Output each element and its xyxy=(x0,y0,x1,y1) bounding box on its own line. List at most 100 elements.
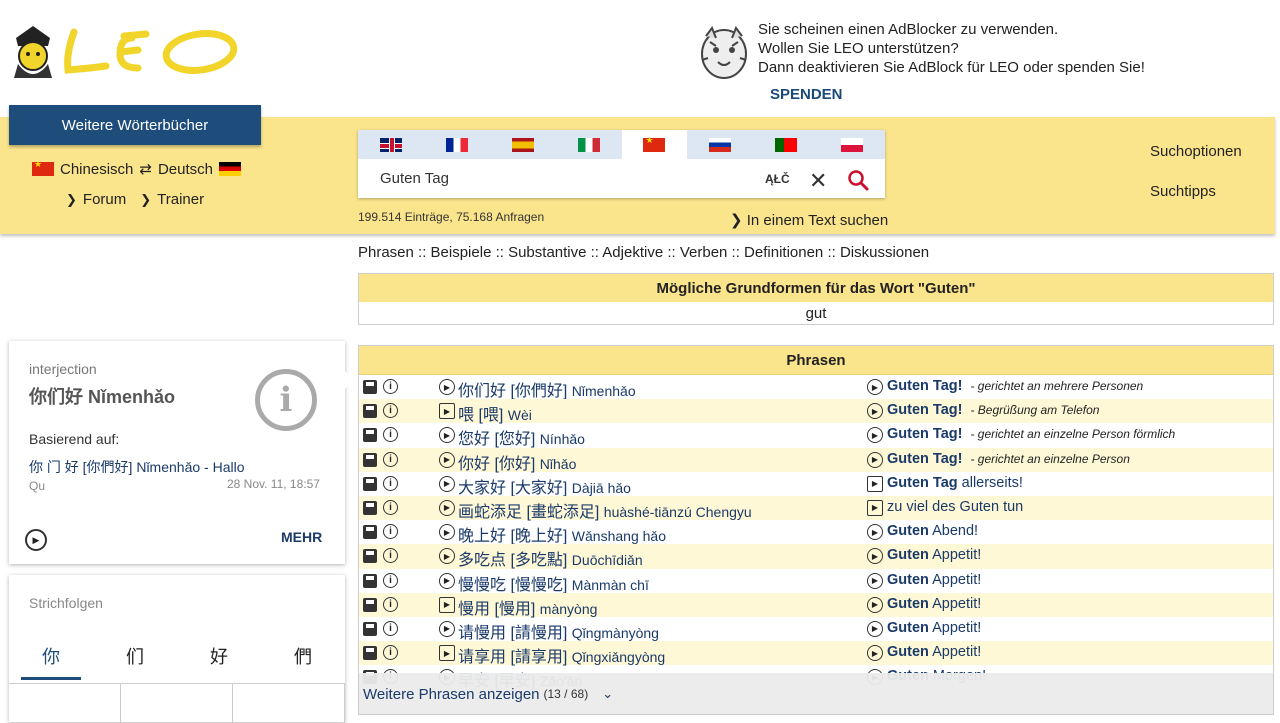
more-phrases-button[interactable]: Weitere Phrasen anzeigen (13 / 68) ⌄ xyxy=(359,673,1273,714)
play-audio-icon[interactable]: ▶ xyxy=(439,379,455,395)
tab-character[interactable]: 好 xyxy=(189,643,249,680)
german-phrase[interactable]: Guten Appetit! xyxy=(887,644,989,660)
play-audio-icon[interactable]: ▶ xyxy=(439,572,455,589)
tab-french[interactable] xyxy=(424,130,490,159)
weitere-woerterbuecher-button[interactable]: Weitere Wörterbücher xyxy=(9,105,261,145)
special-characters-button[interactable]: ĄŁČ xyxy=(765,172,790,186)
save-icon[interactable] xyxy=(363,500,377,515)
mehr-button[interactable]: MEHR xyxy=(281,529,322,545)
play-audio-icon[interactable]: ▶ xyxy=(867,620,883,637)
info-icon[interactable]: i xyxy=(383,620,398,636)
save-icon[interactable] xyxy=(363,549,377,564)
save-icon[interactable] xyxy=(363,404,377,419)
play-audio-icon[interactable]: ▶ xyxy=(867,451,883,468)
save-icon[interactable] xyxy=(363,428,377,443)
save-icon[interactable] xyxy=(363,621,377,636)
tab-chinese[interactable] xyxy=(621,130,688,159)
chinese-phrase[interactable]: 您好 [您好] Nínhǎo xyxy=(458,425,585,449)
tab-italian[interactable] xyxy=(556,130,622,159)
play-audio-icon[interactable]: ▶ xyxy=(867,596,883,613)
info-icon[interactable]: i xyxy=(383,499,398,515)
chinese-phrase[interactable]: 晚上好 [晚上好] Wǎnshang hǎo xyxy=(458,522,666,546)
play-audio-icon[interactable]: ▶ xyxy=(867,475,883,492)
tab-english[interactable] xyxy=(358,130,424,159)
play-audio-icon[interactable]: ▶ xyxy=(439,475,455,492)
section-navigation[interactable]: Phrasen :: Beispiele :: Substantive :: A… xyxy=(358,244,929,261)
chinese-phrase[interactable]: 你好 [你好] Nǐhǎo xyxy=(458,450,576,474)
chinese-phrase[interactable]: 慢用 [慢用] mànyòng xyxy=(458,595,597,619)
info-icon[interactable]: i xyxy=(383,403,398,419)
chinese-phrase[interactable]: 慢慢吃 [慢慢吃] Mànmàn chī xyxy=(458,571,649,595)
chinese-phrase[interactable]: 多吃点 [多吃點] Duōchīdiǎn xyxy=(458,546,643,570)
save-icon[interactable] xyxy=(363,573,377,588)
info-icon[interactable]: i xyxy=(383,451,398,467)
play-audio-icon[interactable]: ▶ xyxy=(867,524,883,541)
tab-portuguese[interactable] xyxy=(753,130,819,159)
basis-example[interactable]: 你 门 好 [你們好] Nǐmenhǎo - Hallo xyxy=(29,457,245,477)
play-audio-icon[interactable]: ▶ xyxy=(25,529,47,551)
language-pair[interactable]: Chinesisch ⇄ Deutsch xyxy=(32,159,241,178)
tab-character[interactable]: 們 xyxy=(273,643,333,680)
save-icon[interactable] xyxy=(363,525,377,540)
info-icon[interactable]: i xyxy=(383,645,398,661)
save-icon[interactable] xyxy=(363,380,377,394)
german-phrase[interactable]: Guten Appetit! xyxy=(887,572,989,588)
german-phrase[interactable]: Guten Tag! - gerichtet an einzelne Person xyxy=(887,451,1130,467)
info-icon[interactable]: i xyxy=(383,427,398,443)
german-phrase[interactable]: Guten Appetit! xyxy=(887,596,989,612)
info-icon[interactable]: i xyxy=(383,379,398,394)
suchtipps-link[interactable]: Suchtipps xyxy=(1150,183,1216,200)
chinese-phrase[interactable]: 请慢用 [請慢用] Qǐngmànyòng xyxy=(458,619,659,643)
german-phrase[interactable]: Guten Tag! - gerichtet an einzelne Person… xyxy=(887,426,1175,442)
save-icon[interactable] xyxy=(363,597,377,612)
tab-russian[interactable] xyxy=(687,130,753,159)
search-icon[interactable] xyxy=(846,168,870,192)
info-icon[interactable]: i xyxy=(383,475,398,491)
play-audio-icon[interactable]: ▶ xyxy=(867,379,883,395)
german-phrase[interactable]: Guten Tag! - Begrüßung am Telefon xyxy=(887,402,1099,418)
leo-logo[interactable] xyxy=(8,22,240,82)
chinese-phrase[interactable]: 喂 [喂] Wèi xyxy=(458,401,532,425)
tab-character[interactable]: 们 xyxy=(105,643,165,680)
play-audio-icon[interactable]: ▶ xyxy=(439,451,455,468)
search-input[interactable] xyxy=(380,170,740,187)
play-audio-icon[interactable]: ▶ xyxy=(439,596,455,613)
german-phrase[interactable]: Guten Abend! xyxy=(887,523,986,539)
grundformen-value[interactable]: gut xyxy=(359,302,1273,324)
tab-polish[interactable] xyxy=(819,130,885,159)
save-icon[interactable] xyxy=(363,646,377,661)
play-audio-icon[interactable]: ▶ xyxy=(439,403,455,420)
save-icon[interactable] xyxy=(363,452,377,467)
play-audio-icon[interactable]: ▶ xyxy=(439,620,455,637)
info-icon[interactable]: i xyxy=(383,596,398,612)
german-phrase[interactable]: zu viel des Guten tun xyxy=(887,499,1031,515)
german-phrase[interactable]: Guten Appetit! xyxy=(887,620,989,636)
play-audio-icon[interactable]: ▶ xyxy=(867,427,883,444)
save-icon[interactable] xyxy=(363,476,377,491)
chinese-phrase[interactable]: 你们好 [你們好] Nǐmenhǎo xyxy=(458,377,636,401)
spenden-link[interactable]: SPENDEN xyxy=(770,86,843,103)
german-phrase[interactable]: Guten Appetit! xyxy=(887,547,989,563)
play-audio-icon[interactable]: ▶ xyxy=(867,499,883,516)
play-audio-icon[interactable]: ▶ xyxy=(439,548,455,565)
play-audio-icon[interactable]: ▶ xyxy=(867,645,883,662)
play-audio-icon[interactable]: ▶ xyxy=(439,499,455,516)
german-phrase[interactable]: Guten Tag allerseits! xyxy=(887,475,1031,491)
german-phrase[interactable]: Guten Tag! - gerichtet an mehrere Persone… xyxy=(887,378,1143,394)
play-audio-icon[interactable]: ▶ xyxy=(867,548,883,565)
tab-character[interactable]: 你 xyxy=(21,643,81,680)
info-icon[interactable]: i xyxy=(383,572,398,588)
chinese-phrase[interactable]: 大家好 [大家好] Dàjiā hǎo xyxy=(458,474,631,498)
play-audio-icon[interactable]: ▶ xyxy=(439,427,455,444)
chinese-phrase[interactable]: 画蛇添足 [畫蛇添足] huàshé-tiānzú Chengyu xyxy=(458,498,752,522)
play-audio-icon[interactable]: ▶ xyxy=(867,572,883,589)
suchoptionen-link[interactable]: Suchoptionen xyxy=(1150,143,1242,160)
tab-spanish[interactable] xyxy=(490,130,556,159)
forum-link[interactable]: ❯ Forum xyxy=(66,191,126,208)
play-audio-icon[interactable]: ▶ xyxy=(439,524,455,541)
play-audio-icon[interactable]: ▶ xyxy=(439,645,455,662)
play-audio-icon[interactable]: ▶ xyxy=(867,403,883,420)
swap-icon[interactable]: ⇄ xyxy=(139,160,152,178)
in-text-search-link[interactable]: ❯ In einem Text suchen xyxy=(730,211,888,229)
info-icon[interactable]: i xyxy=(383,548,398,564)
